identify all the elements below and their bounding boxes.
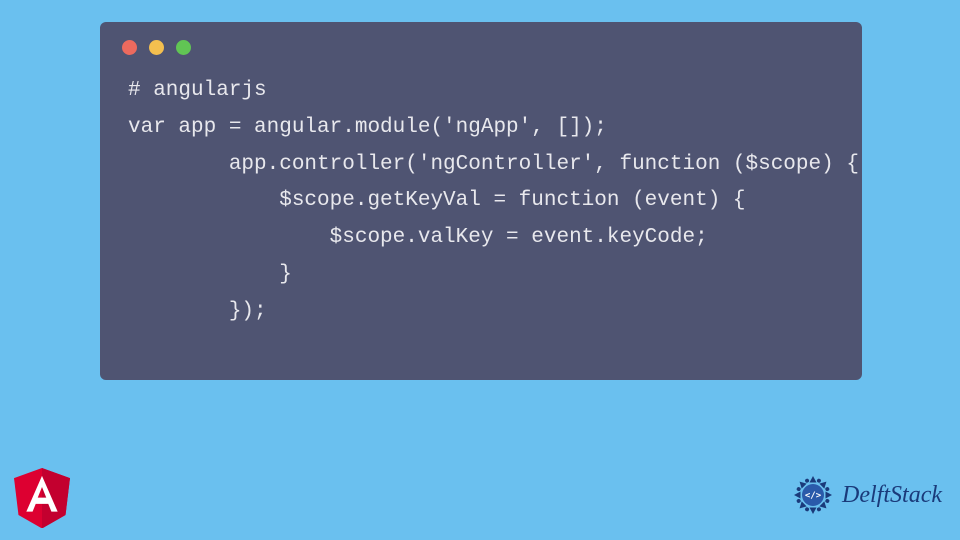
maximize-icon [176,40,191,55]
svg-text:</>: </> [805,491,822,501]
minimize-icon [149,40,164,55]
delftstack-label: DelftStack [842,482,942,509]
code-block: # angularjs var app = angular.module('ng… [100,65,862,338]
code-window: # angularjs var app = angular.module('ng… [100,22,862,380]
close-icon [122,40,137,55]
angular-logo-icon [14,468,70,528]
delftstack-badge: </> DelftStack [788,470,942,520]
window-traffic-lights [100,22,862,65]
delftstack-logo-icon: </> [788,470,838,520]
